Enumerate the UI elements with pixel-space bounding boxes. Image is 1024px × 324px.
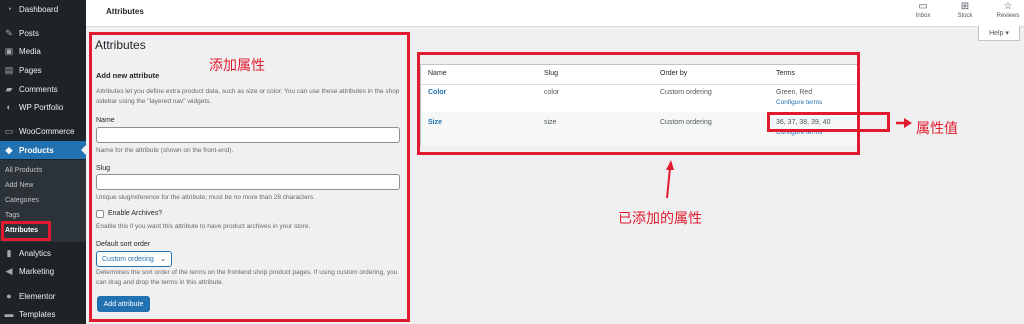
arrow-to-table bbox=[666, 160, 674, 199]
annotation-arrows bbox=[666, 118, 912, 199]
arrow-to-terms bbox=[896, 118, 912, 128]
